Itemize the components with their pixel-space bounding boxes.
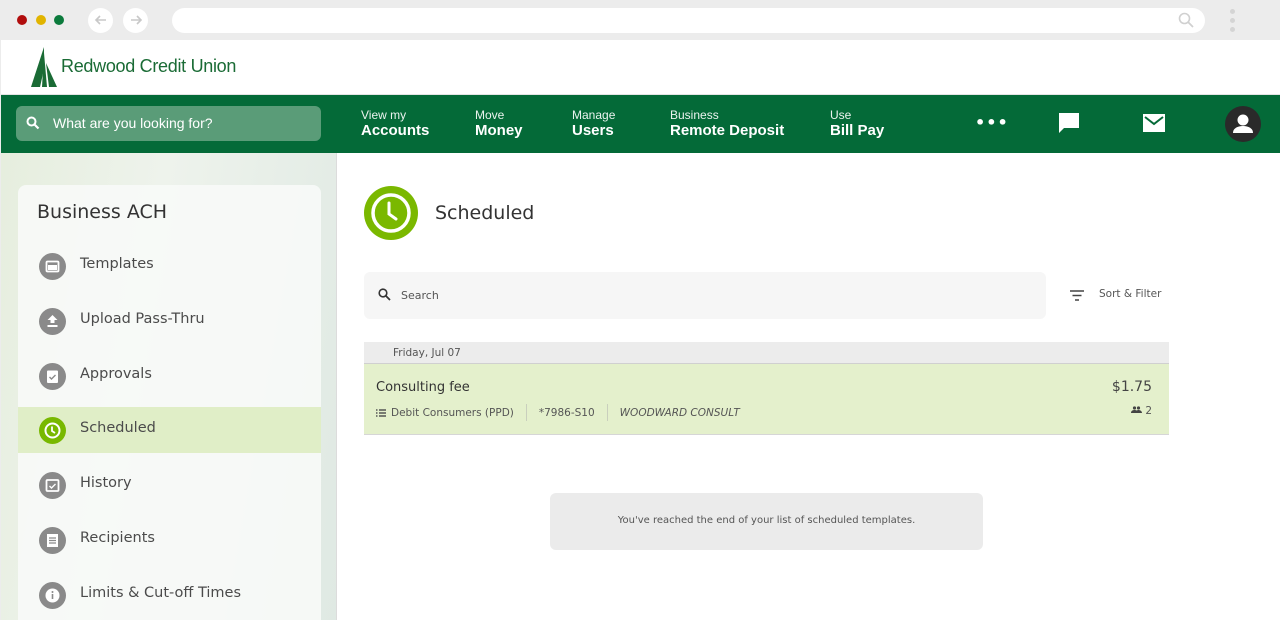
chat-icon[interactable] [1057, 111, 1081, 135]
upload-icon [39, 308, 66, 335]
user-avatar-button[interactable] [1225, 106, 1261, 142]
calendar-check-icon [39, 472, 66, 499]
item-type: Debit Consumers (PPD) [391, 406, 514, 419]
divider [525, 404, 527, 421]
sidebar-item-templates[interactable]: Templates [18, 243, 321, 289]
item-recipient-count: 2 [1131, 405, 1152, 417]
sidebar-item-label: Templates [80, 256, 154, 272]
item-name: Consulting fee [376, 380, 470, 395]
more-menu-button[interactable]: ••• [975, 113, 1009, 132]
forward-button[interactable] [123, 8, 148, 33]
item-company: WOODWARD CONSULT [619, 406, 740, 419]
clipboard-check-icon [39, 363, 66, 390]
nav-manage-users-large: Users [572, 122, 614, 139]
sidebar-item-upload-pass-thru[interactable]: Upload Pass-Thru [18, 298, 321, 344]
search-icon [378, 288, 391, 301]
nav-move-money-small: Move [475, 108, 505, 122]
sidebar-item-scheduled[interactable]: Scheduled [18, 407, 321, 453]
folder-icon [39, 253, 66, 280]
nav-remote-deposit-small: Business [670, 108, 719, 122]
address-bar[interactable] [172, 8, 1205, 33]
nav-remote-deposit-large: Remote Deposit [670, 122, 785, 139]
sidebar-item-label: History [80, 475, 132, 491]
global-search-input[interactable]: What are you looking for? [16, 106, 321, 141]
search-icon [26, 116, 40, 130]
redwood-logo-icon[interactable] [31, 47, 57, 87]
scheduled-header-icon [364, 186, 418, 240]
sidebar-item-limits[interactable]: Limits & Cut-off Times [18, 572, 321, 618]
scheduled-item-row[interactable]: Consulting fee Debit Consumers (PPD) *79… [364, 364, 1169, 435]
nav-accounts[interactable]: View my Accounts [361, 109, 429, 140]
close-window-button[interactable] [17, 15, 27, 25]
filter-icon [1070, 290, 1084, 301]
info-icon [39, 582, 66, 609]
search-input[interactable]: Search [364, 272, 1046, 319]
page-title: Scheduled [435, 202, 535, 224]
nav-manage-users-small: Manage [572, 108, 616, 122]
nav-move-money-large: Money [475, 122, 523, 139]
item-amount: $1.75 [1111, 379, 1152, 395]
sidebar-title: Business ACH [37, 201, 168, 223]
list-icon [39, 527, 66, 554]
users-icon [1131, 406, 1143, 413]
search-icon [1178, 12, 1194, 28]
nav-bill-pay-large: Bill Pay [830, 122, 885, 139]
sidebar: Business ACH Templates Upload Pass-Thru … [18, 185, 321, 620]
mail-icon[interactable] [1142, 113, 1166, 133]
recipient-count: 2 [1145, 405, 1152, 417]
nav-remote-deposit[interactable]: Business Remote Deposit [670, 109, 784, 140]
item-meta: Debit Consumers (PPD) *7986-S10 WOODWARD… [376, 404, 740, 421]
sidebar-item-recipients[interactable]: Recipients [18, 517, 321, 563]
page: Redwood Credit Union What are you lookin… [1, 40, 1280, 620]
list-icon [376, 408, 386, 417]
clock-icon [39, 417, 66, 444]
sidebar-item-label: Limits & Cut-off Times [80, 585, 242, 601]
global-search-placeholder: What are you looking for? [53, 115, 213, 131]
nav-manage-users[interactable]: Manage Users [572, 109, 615, 140]
arrow-right-icon [130, 15, 142, 25]
browser-menu-icon[interactable] [1230, 9, 1236, 36]
sidebar-item-label: Upload Pass-Thru [80, 311, 205, 327]
maximize-window-button[interactable] [54, 15, 64, 25]
brand-bar: Redwood Credit Union [1, 40, 1280, 95]
brand-name[interactable]: Redwood Credit Union [61, 56, 236, 77]
nav-bill-pay[interactable]: Use Bill Pay [830, 109, 884, 140]
end-of-list-message: You've reached the end of your list of s… [550, 493, 983, 550]
minimize-window-button[interactable] [36, 15, 46, 25]
sidebar-item-history[interactable]: History [18, 462, 321, 508]
date-group-header: Friday, Jul 07 [364, 342, 1169, 364]
browser-chrome [0, 0, 1280, 40]
sidebar-item-label: Recipients [80, 530, 155, 546]
top-navigation: What are you looking for? View my Accoun… [1, 95, 1280, 153]
sort-filter-label: Sort & Filter [1099, 288, 1162, 300]
clock-icon [371, 193, 411, 233]
divider [606, 404, 608, 421]
nav-accounts-large: Accounts [361, 122, 430, 139]
nav-bill-pay-small: Use [830, 108, 852, 122]
nav-move-money[interactable]: Move Money [475, 109, 523, 140]
nav-accounts-small: View my [361, 108, 407, 122]
end-of-list-text: You've reached the end of your list of s… [617, 515, 916, 526]
sidebar-item-label: Scheduled [80, 420, 156, 436]
group-date: Friday, Jul 07 [393, 347, 461, 359]
sidebar-item-label: Approvals [80, 366, 152, 382]
item-account: *7986-S10 [538, 406, 595, 419]
user-icon [1233, 114, 1253, 133]
arrow-left-icon [94, 15, 106, 25]
sidebar-item-approvals[interactable]: Approvals [18, 353, 321, 399]
back-button[interactable] [88, 8, 113, 33]
search-placeholder: Search [401, 289, 439, 302]
